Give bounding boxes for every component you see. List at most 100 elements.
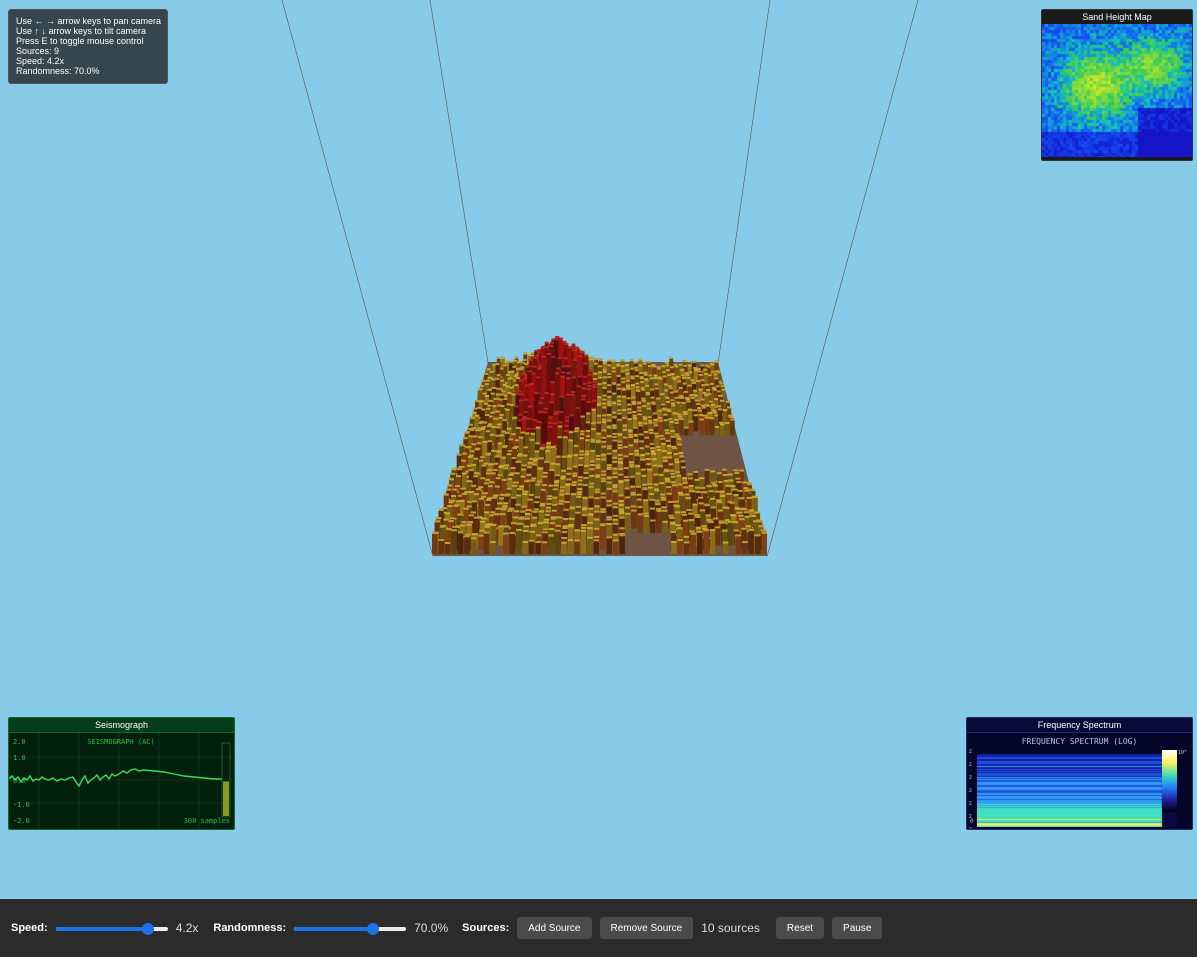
sand-column-top — [693, 470, 698, 473]
pause-button[interactable]: Pause — [832, 917, 883, 939]
sand-column-top — [549, 469, 555, 471]
sand-column-top — [456, 475, 461, 478]
sand-column-top — [536, 420, 542, 423]
sand-column-top — [520, 431, 525, 434]
sand-column-top — [684, 493, 690, 496]
sand-column-top — [644, 431, 649, 433]
sand-column-top — [640, 381, 645, 384]
sand-column-top — [480, 385, 485, 387]
sand-column-top — [601, 421, 607, 423]
sand-column-top — [540, 396, 545, 399]
sand-column-top — [761, 531, 767, 534]
info-mouse-text: Press E to toggle mouse control — [16, 36, 144, 46]
sand-column-top — [547, 422, 553, 424]
sand-column-top — [537, 522, 543, 525]
sand-column-top — [519, 399, 524, 402]
sand-column-top — [601, 477, 606, 480]
sand-column-top — [520, 475, 526, 478]
sand-column-top — [662, 375, 667, 378]
sand-column-top — [593, 527, 600, 530]
sand-column-top — [595, 458, 601, 461]
sand-column-top — [707, 411, 713, 414]
sand-column-top — [663, 413, 668, 416]
sand-column-top — [612, 382, 616, 385]
seismograph-plot: 2.0 1.0 0.0 -1.0 -2.0 SEISMOGRAPH (AC) 3… — [9, 733, 234, 829]
sand-column-top — [570, 393, 575, 396]
sand-column-top — [587, 522, 593, 524]
sand-column-top — [626, 388, 631, 391]
sand-column-top — [725, 485, 731, 487]
sand-column-top — [544, 513, 551, 516]
sand-column-top — [581, 526, 587, 529]
sand-column-top — [556, 516, 562, 519]
sand-column-top — [534, 501, 540, 504]
sand-column-top — [573, 444, 579, 447]
sand-column-top — [566, 365, 572, 368]
sand-column-top — [640, 388, 645, 391]
sand-column-top — [506, 427, 512, 430]
add-source-button[interactable]: Add Source — [517, 917, 592, 939]
sand-column-top — [488, 399, 493, 402]
sand-column — [690, 532, 696, 554]
sand-column-top — [510, 496, 516, 499]
sand-column-top — [570, 493, 576, 496]
sand-column-top — [477, 406, 482, 409]
sand-column-top — [592, 386, 597, 388]
frustum-line — [715, 0, 771, 379]
sources-label: Sources: — [462, 922, 510, 934]
sand-column-top — [486, 499, 492, 501]
sand-column-top — [486, 407, 491, 410]
sand-column-top — [695, 515, 701, 518]
sand-column — [693, 414, 698, 432]
sand-column-top — [670, 472, 675, 475]
sand-column-top — [472, 435, 478, 438]
sand-column-top — [531, 477, 537, 480]
remove-source-button[interactable]: Remove Source — [599, 917, 694, 939]
randomness-slider[interactable] — [294, 921, 407, 935]
sand-column-top — [677, 443, 682, 446]
reset-button[interactable]: Reset — [775, 917, 825, 939]
sand-column-top — [468, 435, 474, 438]
sand-column-top — [596, 421, 601, 424]
sand-column-top — [448, 501, 454, 504]
sand-column-top — [531, 427, 537, 430]
sand-column-top — [644, 445, 650, 448]
sand-column-top — [711, 481, 716, 484]
sand-column-top — [575, 346, 579, 349]
sand-column-top — [658, 377, 663, 380]
sand-column-top — [687, 408, 693, 411]
sand-column-top — [562, 527, 568, 529]
sand-column-top — [545, 446, 551, 449]
sand-column-top — [490, 511, 496, 514]
sand-column-top — [612, 392, 617, 395]
sand-column-top — [662, 460, 668, 463]
sand-column-top — [643, 514, 650, 517]
sand-column-top — [590, 440, 596, 443]
sand-column-top — [552, 496, 558, 499]
sand-column-top — [541, 355, 546, 358]
sand-column-top — [630, 485, 636, 488]
sand-column-top — [682, 519, 689, 522]
seismograph-ylabel-2: 2.0 — [13, 738, 26, 746]
sand-column-top — [558, 337, 563, 340]
sand-column-top — [694, 369, 698, 372]
sand-column-top — [495, 434, 500, 437]
sand-column-top — [486, 425, 492, 428]
sand-column-top — [551, 355, 556, 358]
sand-column-top — [634, 361, 638, 364]
sand-column-top — [622, 424, 627, 427]
sand-column-top — [648, 374, 653, 377]
sand-column-top — [645, 384, 650, 387]
sand-column-top — [537, 467, 543, 470]
speed-slider[interactable] — [55, 921, 168, 935]
sand-column-top — [700, 379, 705, 382]
sand-column-top — [676, 438, 682, 440]
sand-column-top — [451, 468, 457, 471]
sand-column-top — [629, 359, 634, 362]
sand-column-top — [460, 524, 466, 527]
sand-column — [600, 524, 606, 550]
sand-column-top — [674, 365, 679, 368]
sand-column-top — [476, 442, 482, 445]
sand-column-top — [563, 508, 569, 511]
sand-column-top — [686, 509, 692, 511]
